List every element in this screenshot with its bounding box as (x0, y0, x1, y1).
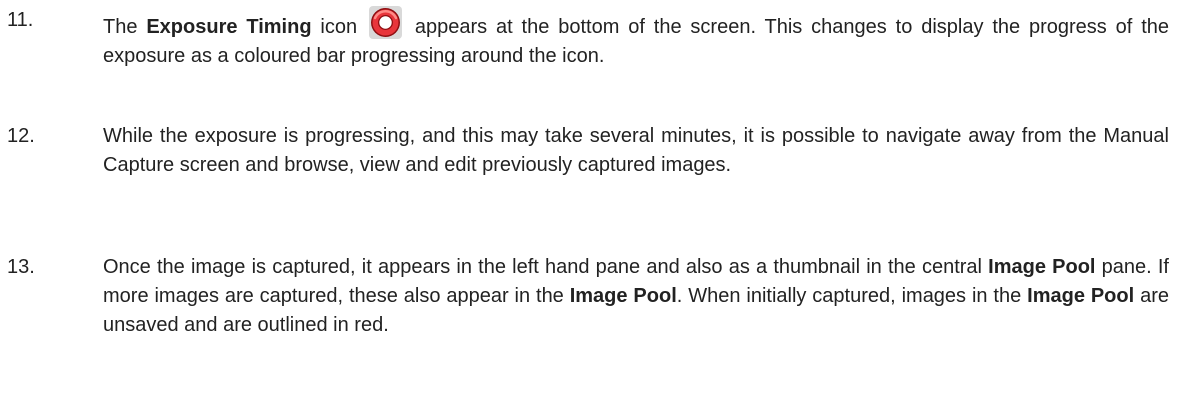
item-text: Once the image is captured, it appears i… (103, 253, 1169, 340)
text-run: Once the image is captured, it appears i… (103, 256, 989, 278)
text-run: . When initially captured, images in the (676, 285, 1028, 307)
text-run: While the exposure is progressing, and t… (103, 125, 1169, 176)
term-image-pool: Image Pool (1027, 285, 1135, 307)
term-image-pool: Image Pool (569, 285, 677, 307)
exposure-timing-icon (368, 6, 402, 39)
item-text: While the exposure is progressing, and t… (103, 122, 1169, 180)
item-number: 13. (7, 256, 35, 278)
term-exposure-timing: Exposure Timing (146, 16, 312, 38)
term-image-pool: Image Pool (988, 256, 1096, 278)
item-number: 12. (7, 125, 35, 147)
text-run: icon (311, 16, 358, 38)
text-run: The (103, 16, 147, 38)
item-text: The Exposure Timing icon appears at the … (103, 6, 1169, 71)
item-number: 11. (7, 9, 34, 31)
document-page: 11. The Exposure Timing icon appears at … (0, 0, 1179, 409)
